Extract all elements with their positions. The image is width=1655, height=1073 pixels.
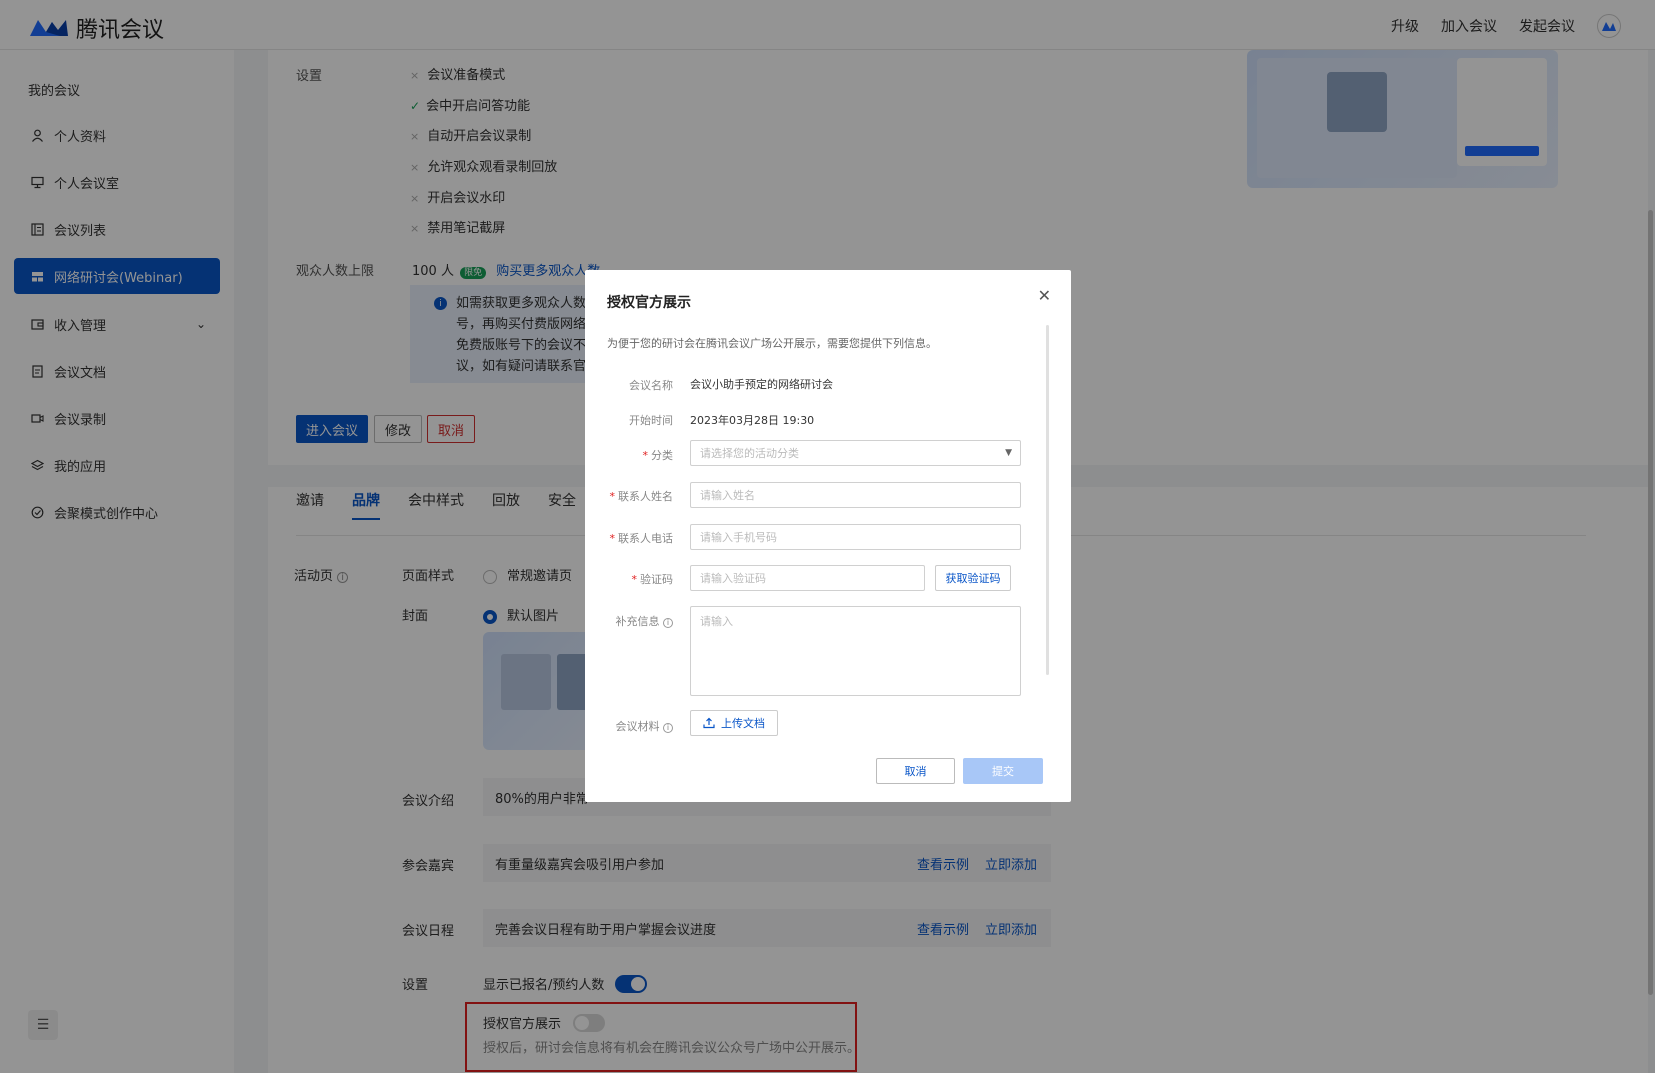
contact-phone-label: * 联系人电话 xyxy=(609,532,674,545)
modal-title: 授权官方展示 xyxy=(607,295,691,311)
meeting-name-value: 会议小助手预定的网络研讨会 xyxy=(690,378,833,391)
modal-subtitle: 为便于您的研讨会在腾讯会议广场公开展示，需要您提供下列信息。 xyxy=(607,337,937,350)
verification-code-label: * 验证码 xyxy=(631,573,674,586)
start-time-label: 开始时间 xyxy=(629,414,673,427)
info-circle-icon: i xyxy=(663,618,673,628)
contact-name-label: * 联系人姓名 xyxy=(609,490,674,503)
contact-name-input[interactable]: 请输入姓名 xyxy=(690,482,1021,508)
info-circle-icon: i xyxy=(663,723,673,733)
auth-display-modal: 授权官方展示 ✕ 为便于您的研讨会在腾讯会议广场公开展示，需要您提供下列信息。 … xyxy=(585,270,1071,802)
modal-submit-button[interactable]: 提交 xyxy=(963,758,1043,784)
close-icon[interactable]: ✕ xyxy=(1038,286,1051,305)
contact-phone-input[interactable]: 请输入手机号码 xyxy=(690,524,1021,550)
category-label: * 分类 xyxy=(642,449,674,462)
verification-code-input[interactable]: 请输入验证码 xyxy=(690,565,925,591)
meeting-name-label: 会议名称 xyxy=(629,379,673,392)
upload-icon xyxy=(703,717,715,729)
category-select[interactable]: 请选择您的活动分类 ▼ xyxy=(690,440,1021,466)
start-time-value: 2023年03月28日 19:30 xyxy=(690,414,815,427)
modal-scrollbar[interactable] xyxy=(1046,325,1049,675)
dropdown-arrow-icon: ▼ xyxy=(1005,448,1012,458)
modal-cancel-button[interactable]: 取消 xyxy=(876,758,955,784)
get-code-button[interactable]: 获取验证码 xyxy=(935,565,1011,591)
upload-document-button[interactable]: 上传文档 xyxy=(690,710,778,736)
material-label: 会议材料 i xyxy=(585,718,673,734)
extra-info-textarea[interactable]: 请输入 xyxy=(690,606,1021,696)
extra-info-label: 补充信息 i xyxy=(585,613,673,629)
